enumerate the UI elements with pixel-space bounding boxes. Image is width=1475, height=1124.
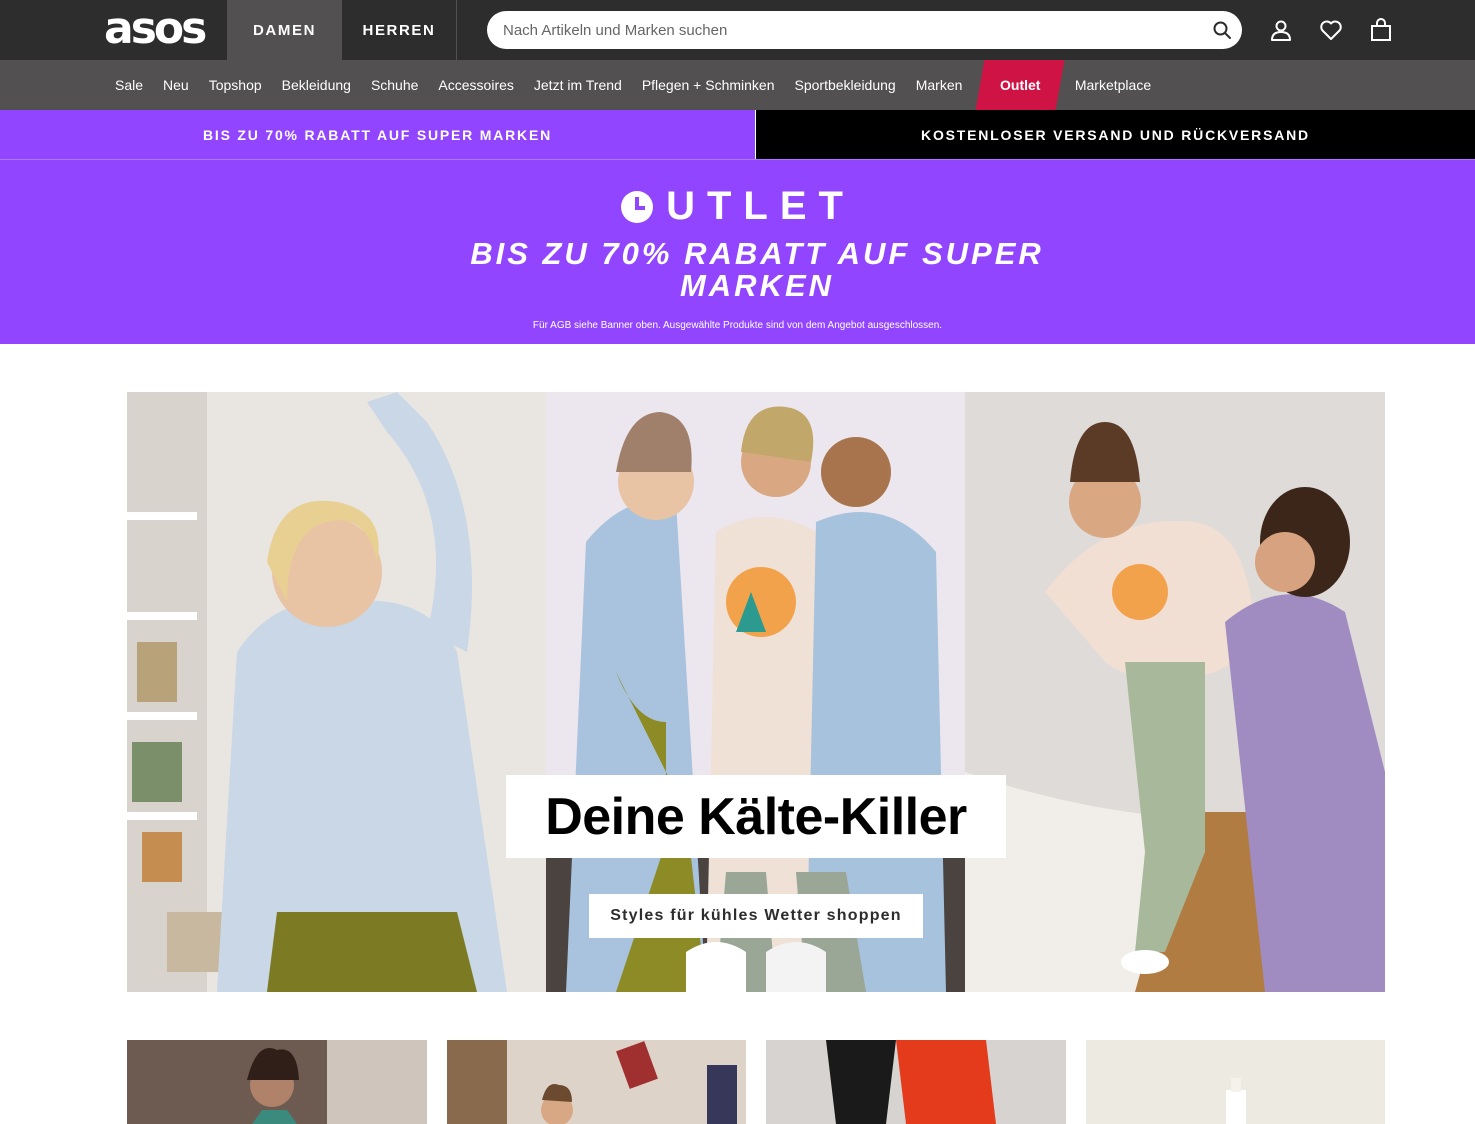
outlet-title: UTLET bbox=[0, 184, 1475, 229]
outlet-terms-note: Für AGB siehe Banner oben. Ausgewählte P… bbox=[532, 320, 943, 331]
outlet-banner[interactable]: UTLET BIS ZU 70% RABATT AUF SUPER MARKEN… bbox=[0, 159, 1475, 344]
hero-title: Deine Kälte-Killer bbox=[506, 775, 1006, 858]
top-header: asos DAMEN HERREN bbox=[0, 0, 1475, 60]
nav-item-marketplace[interactable]: Marketplace bbox=[1065, 60, 1161, 110]
account-icon[interactable] bbox=[1269, 18, 1293, 42]
nav-item-pflegen[interactable]: Pflegen + Schminken bbox=[632, 60, 785, 110]
hero-shop-button[interactable]: Styles für kühles Wetter shoppen bbox=[589, 894, 923, 938]
nav-item-trend[interactable]: Jetzt im Trend bbox=[524, 60, 632, 110]
promo-tile-1[interactable] bbox=[127, 1040, 427, 1124]
outlet-subtitle: BIS ZU 70% RABATT AUF SUPER MARKEN bbox=[470, 236, 1044, 303]
promo-tile-2[interactable] bbox=[447, 1040, 746, 1124]
nav-item-outlet-label: Outlet bbox=[1000, 77, 1041, 93]
promo-tile-4[interactable] bbox=[1086, 1040, 1385, 1124]
heart-icon[interactable] bbox=[1319, 18, 1343, 42]
hero-photo-left bbox=[127, 392, 546, 992]
asos-logo[interactable]: asos bbox=[104, 7, 207, 51]
search-icon[interactable] bbox=[1212, 20, 1232, 40]
nav-item-sale[interactable]: Sale bbox=[105, 60, 153, 110]
nav-item-accessoires[interactable]: Accessoires bbox=[428, 60, 523, 110]
clock-icon bbox=[621, 190, 654, 223]
category-nav: Sale Neu Topshop Bekleidung Schuhe Acces… bbox=[0, 60, 1475, 110]
hero-photo-right bbox=[965, 392, 1385, 992]
tab-herren[interactable]: HERREN bbox=[342, 0, 457, 60]
promo-strip-discount[interactable]: BIS ZU 70% RABATT AUF SUPER MARKEN bbox=[0, 110, 756, 159]
nav-item-schuhe[interactable]: Schuhe bbox=[361, 60, 428, 110]
promo-tile-3[interactable] bbox=[766, 1040, 1066, 1124]
nav-item-marken[interactable]: Marken bbox=[906, 60, 973, 110]
nav-item-outlet[interactable]: Outlet bbox=[975, 60, 1066, 110]
search-input[interactable] bbox=[503, 11, 1193, 49]
tab-damen[interactable]: DAMEN bbox=[227, 0, 342, 60]
promo-strip-shipping[interactable]: KOSTENLOSER VERSAND UND RÜCKVERSAND bbox=[756, 110, 1475, 159]
nav-item-topshop[interactable]: Topshop bbox=[199, 60, 272, 110]
bag-icon[interactable] bbox=[1369, 18, 1393, 42]
search-bar bbox=[487, 11, 1242, 49]
outlet-title-text: UTLET bbox=[666, 184, 855, 228]
nav-item-neu[interactable]: Neu bbox=[153, 60, 199, 110]
nav-item-sportbekleidung[interactable]: Sportbekleidung bbox=[785, 60, 906, 110]
nav-item-bekleidung[interactable]: Bekleidung bbox=[272, 60, 361, 110]
